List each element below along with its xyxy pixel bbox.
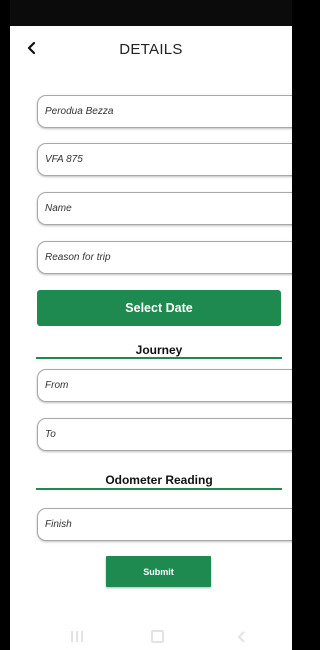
plate-number-field[interactable] [37,143,292,176]
vehicle-model-field[interactable] [37,95,292,128]
to-field[interactable] [37,418,292,451]
status-bar [10,0,292,26]
page-title: DETAILS [119,41,183,58]
odometer-divider [36,488,282,490]
recent-apps-icon-bar [81,631,83,642]
recent-apps-icon-bar [71,631,73,642]
recent-apps-icon-bar [76,631,78,642]
odometer-heading: Odometer Reading [105,473,213,487]
recent-apps-icon[interactable] [70,630,84,644]
back-icon-glyph [237,631,245,643]
select-date-button[interactable]: Select Date [37,290,281,326]
back-icon[interactable] [235,630,249,644]
journey-heading: Journey [135,343,183,357]
name-field[interactable] [37,192,292,225]
app-screen: DETAILS Select Date Journey Odometer Rea… [10,0,292,650]
navigation-bar [10,622,292,650]
home-icon[interactable] [151,630,164,643]
submit-button[interactable]: Submit [106,556,211,587]
reason-field[interactable] [37,241,292,274]
journey-divider [36,357,282,359]
from-field[interactable] [37,369,292,402]
finish-field[interactable] [37,508,292,541]
